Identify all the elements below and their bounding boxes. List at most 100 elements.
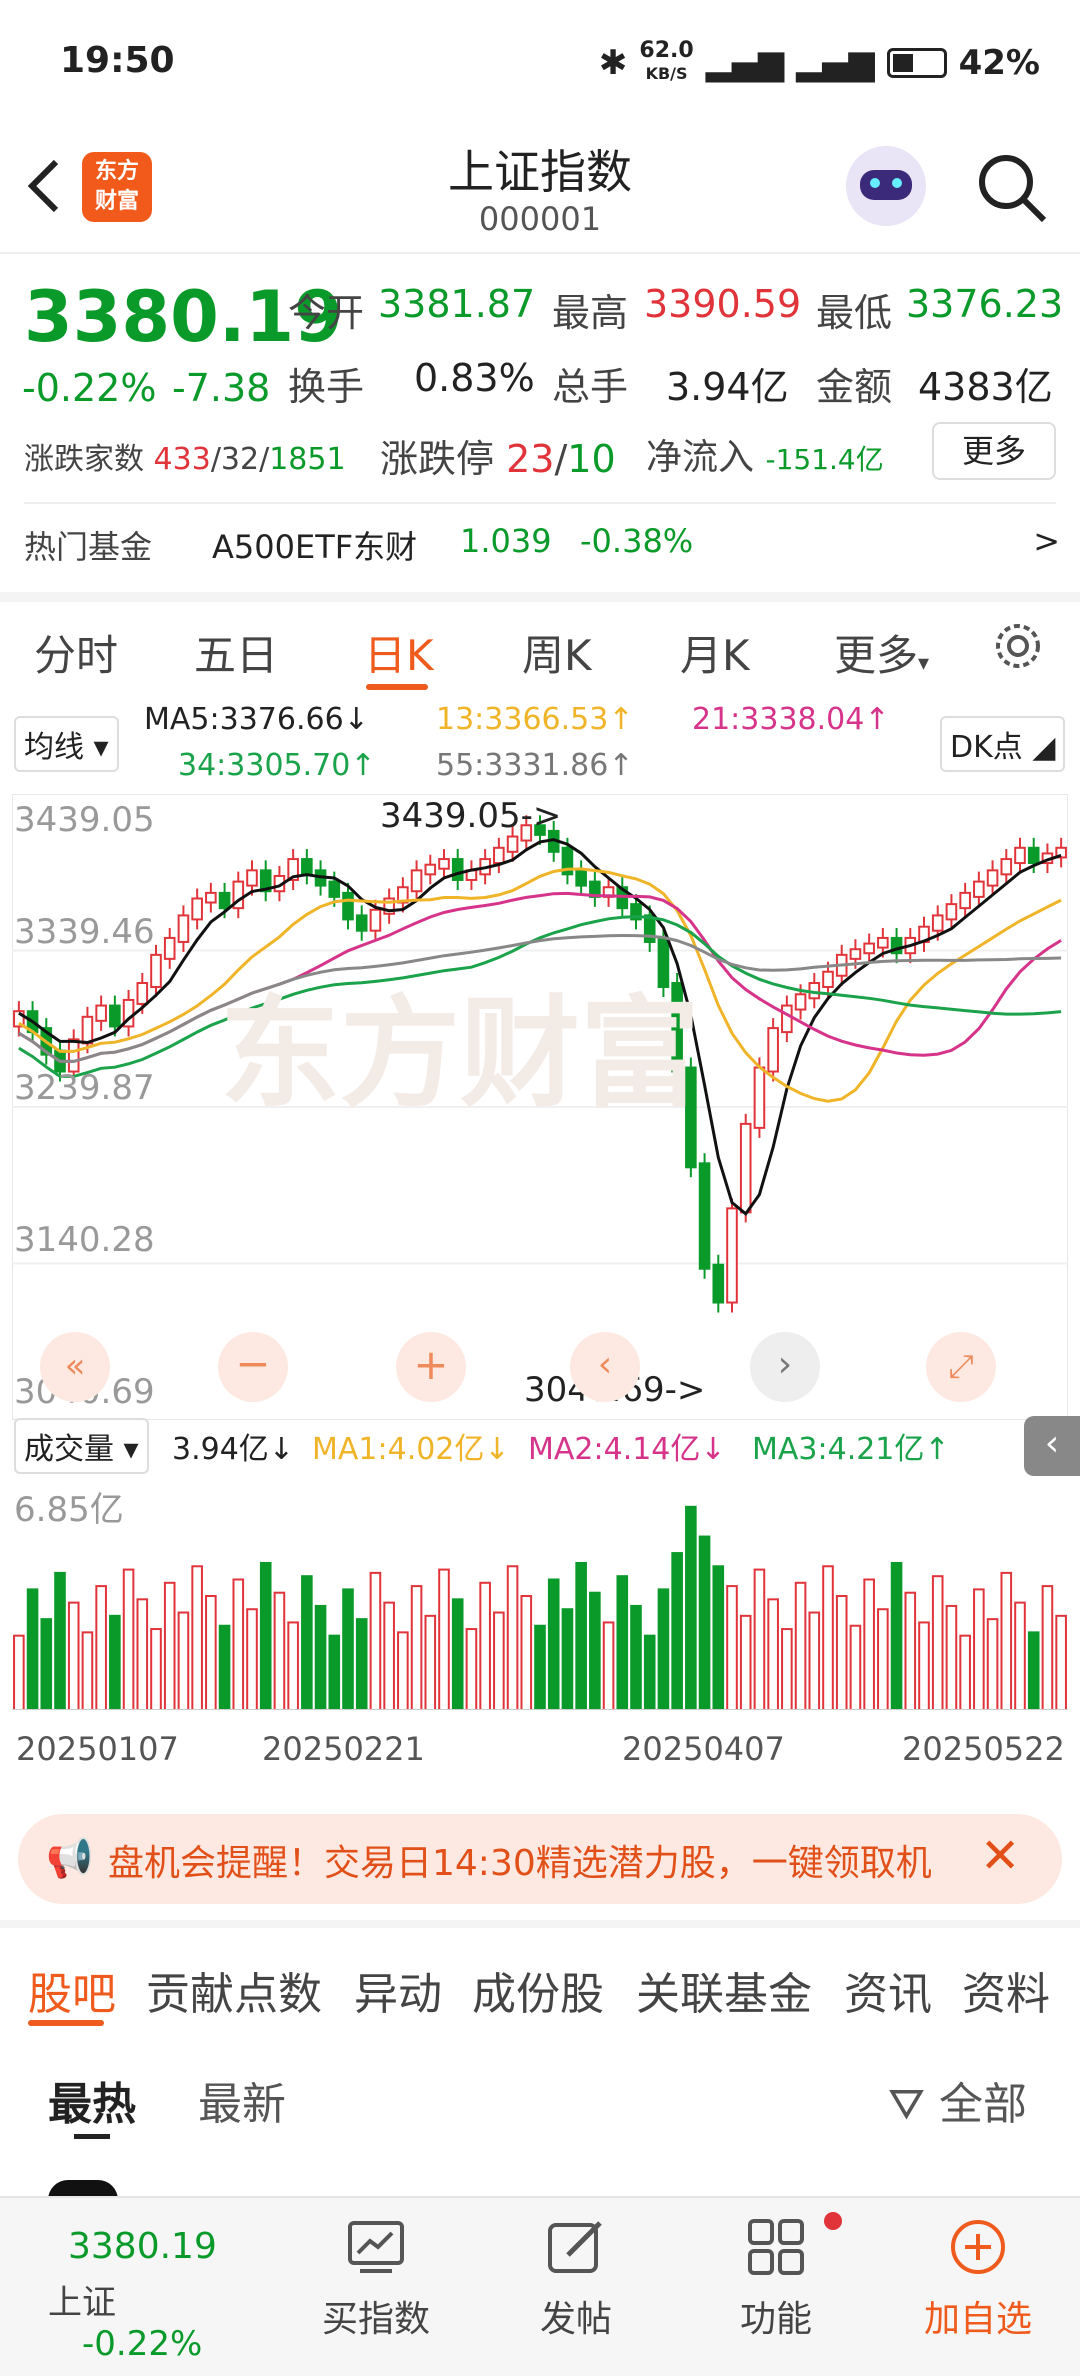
price-label-2: 3339.46: [14, 912, 155, 952]
watermark: 东方财富: [220, 985, 700, 1124]
legend-ma34: 34:3305.70↑: [178, 748, 376, 783]
open-value: 3381.87: [378, 282, 536, 326]
legend-vma1: MA1:4.02亿↓: [312, 1432, 510, 1467]
battery-icon: [886, 47, 947, 78]
limit-row: 涨跌停 23/10: [380, 437, 616, 481]
promo-banner[interactable]: 📢 盘机会提醒！交易日14:30精选潜力股，一键领取机 ✕: [18, 1814, 1062, 1904]
low-value: 3376.23: [906, 282, 1064, 326]
date-label-1: 20250107: [16, 1730, 179, 1768]
more-button[interactable]: 更多: [932, 422, 1056, 480]
chevron-right-icon: >: [1033, 522, 1060, 560]
close-icon[interactable]: ✕: [980, 1828, 1020, 1884]
post-button[interactable]: 发帖: [506, 2212, 646, 2342]
tab-guba[interactable]: 股吧: [28, 1958, 116, 2022]
legend-ma13: 13:3366.53↑: [436, 702, 634, 737]
zoom-in-button[interactable]: +: [396, 1332, 466, 1402]
robot-assistant-icon[interactable]: [846, 146, 926, 226]
battery-percent: 42%: [958, 42, 1040, 83]
promo-text: 盘机会提醒！交易日14:30精选潜力股，一键领取机: [108, 1843, 932, 1884]
signal-icon: ▂▄▆: [705, 42, 785, 83]
max-marker: 3439.05->: [380, 796, 562, 836]
tab-monthly-k[interactable]: 月K: [680, 622, 750, 683]
date-label-2: 20250221: [262, 1730, 425, 1768]
price-label-3: 3239.87: [14, 1068, 155, 1108]
divider: [24, 502, 1056, 504]
mini-quote[interactable]: 3380.19 上证 -0.22%: [48, 2226, 278, 2364]
hot-fund-row[interactable]: 热门基金 A500ETF东财 1.039 -0.38% >: [24, 522, 1064, 572]
next-button[interactable]: ›: [750, 1332, 820, 1402]
tab-constituents[interactable]: 成份股: [472, 1958, 604, 2022]
price-label-4: 3140.28: [14, 1220, 155, 1260]
volume-value: 3.94亿: [666, 365, 789, 409]
signal-icon-2: ▂▄▆: [796, 42, 875, 83]
bluetooth-icon: ✱: [598, 42, 628, 83]
breadth-row: 涨跌家数 433/32/1851: [24, 442, 346, 477]
high-value: 3390.59: [644, 282, 802, 326]
settings-gear-icon[interactable]: [990, 618, 1046, 678]
open-label: 今开: [288, 291, 365, 335]
legend-ma5: MA5:3376.66↓: [144, 702, 369, 737]
mini-name: 上证: [48, 2283, 116, 2323]
tab-weekly-k[interactable]: 周K: [522, 622, 592, 683]
tab-related-funds[interactable]: 关联基金: [636, 1958, 812, 2022]
turnover-value: 0.83%: [414, 356, 535, 400]
tab-profile[interactable]: 资料: [962, 1958, 1050, 2022]
amount-value: 4383亿: [918, 365, 1053, 409]
active-tab-indicator: [28, 2020, 104, 2026]
volume-plot: [12, 1505, 1068, 1710]
functions-button[interactable]: 功能: [706, 2212, 846, 2342]
inflow-row: 净流入 -151.4亿: [646, 437, 884, 478]
status-icons: ✱ 62.0 KB/S ▂▄▆ ▂▄▆ 42%: [599, 40, 1040, 85]
tab-more[interactable]: 更多▾: [834, 622, 929, 683]
filter-button[interactable]: ⛛ 全部: [888, 2068, 1027, 2132]
volume-label: 总手: [552, 365, 629, 409]
search-icon[interactable]: [974, 150, 1050, 230]
add-watchlist-button[interactable]: 加自选: [908, 2212, 1048, 2342]
tab-news[interactable]: 资讯: [844, 1958, 932, 2022]
status-time: 19:50: [60, 40, 175, 81]
status-bar: 19:50 ✱ 62.0 KB/S ▂▄▆ ▂▄▆ 42%: [0, 0, 1080, 128]
sort-tab-indicator: [74, 2134, 110, 2139]
fullscreen-icon[interactable]: ⤢: [926, 1332, 996, 1402]
tab-contribution[interactable]: 贡献点数: [146, 1958, 322, 2022]
collapse-panel-button[interactable]: ‹: [1024, 1416, 1080, 1476]
change-value: -7.38: [172, 366, 271, 410]
volume-max-label: 6.85亿: [14, 1490, 124, 1530]
hot-fund-label: 热门基金: [24, 528, 153, 566]
notification-dot: [824, 2212, 842, 2230]
price-label-top: 3439.05: [14, 800, 155, 840]
dk-point-button[interactable]: DK点 ◢: [940, 716, 1066, 772]
legend-vma2: MA2:4.14亿↓: [528, 1432, 726, 1467]
bottom-bar: 3380.19 上证 -0.22% 买指数 发帖 功能 加自选: [0, 2196, 1080, 2376]
date-label-4: 20250522: [902, 1730, 1065, 1768]
tab-daily-k[interactable]: 日K: [364, 622, 434, 683]
prev-button[interactable]: ‹: [570, 1332, 640, 1402]
tab-movement[interactable]: 异动: [354, 1958, 442, 2022]
legend-ma21: 21:3338.04↑: [692, 702, 890, 737]
buy-index-button[interactable]: 买指数: [306, 2212, 446, 2342]
hot-fund-percent: -0.38%: [580, 522, 694, 560]
tab-latest[interactable]: 最新: [198, 2068, 286, 2132]
tab-intraday[interactable]: 分时: [34, 622, 118, 683]
filter-icon: ⛛: [888, 2079, 925, 2130]
kline-chart[interactable]: 均线 ▾ MA5:3376.66↓ 13:3366.53↑ 21:3338.04…: [0, 690, 1080, 1790]
net-speed: 62.0 KB/S: [639, 38, 694, 84]
content-tabs: 股吧 贡献点数 异动 成份股 关联基金 资讯 资料: [0, 1920, 1080, 2030]
ma-select[interactable]: 均线 ▾: [14, 716, 119, 772]
zoom-out-button[interactable]: −: [218, 1332, 288, 1402]
indicator-select[interactable]: 成交量 ▾: [14, 1418, 149, 1474]
turnover-label: 换手: [288, 365, 365, 409]
period-tabs: 分时 五日 日K 周K 月K 更多▾: [0, 592, 1080, 690]
sort-tabs: 最热 最新 ⛛ 全部: [0, 2030, 1080, 2200]
mini-price: 3380.19: [68, 2226, 217, 2267]
scroll-left-button[interactable]: «: [40, 1332, 110, 1402]
hot-fund-price: 1.039: [460, 522, 552, 560]
legend-volume: 3.94亿↓: [172, 1432, 294, 1467]
high-label: 最高: [552, 291, 629, 335]
amount-label: 金额: [816, 365, 893, 409]
edit-icon: [506, 2212, 646, 2282]
quote-panel: 3380.19 -0.22% -7.38 今开 3381.87 最高 3390.…: [0, 256, 1080, 586]
mini-percent: -0.22%: [82, 2324, 203, 2364]
tab-five-day[interactable]: 五日: [194, 622, 278, 683]
tab-hottest[interactable]: 最热: [48, 2068, 136, 2132]
